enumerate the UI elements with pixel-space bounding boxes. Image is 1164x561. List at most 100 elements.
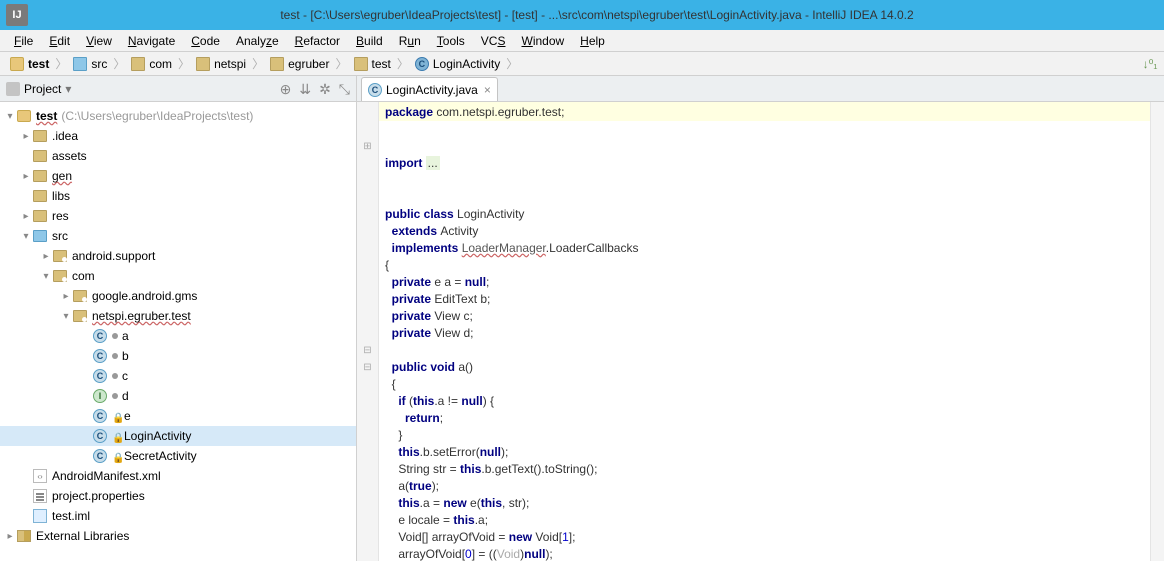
breadcrumb-test[interactable]: test	[6, 57, 53, 71]
tree-class-d[interactable]: Id	[0, 386, 356, 406]
menu-view[interactable]: View	[78, 32, 120, 50]
tree-class-e[interactable]: C🔒e	[0, 406, 356, 426]
tree-assets[interactable]: assets	[0, 146, 356, 166]
editor-pane: C LoginActivity.java × ⊞ ⊟ ⊟ package com…	[357, 76, 1164, 561]
breadcrumb-netspi[interactable]: netspi	[192, 57, 250, 71]
tree-class-secret[interactable]: C🔒SecretActivity	[0, 446, 356, 466]
tree-label: google.android.gms	[92, 289, 197, 303]
tree-label: src	[52, 229, 68, 243]
iml-file-icon	[33, 509, 47, 523]
tree-label: android.support	[72, 249, 155, 263]
menu-refactor[interactable]: Refactor	[287, 32, 348, 50]
project-panel-title[interactable]: Project	[24, 82, 61, 96]
tree-props[interactable]: project.properties	[0, 486, 356, 506]
visibility-icon	[112, 353, 118, 359]
folder-icon	[33, 170, 47, 182]
interface-icon: I	[93, 389, 107, 403]
breadcrumb-com[interactable]: com	[127, 57, 176, 71]
tree-res[interactable]: ▸res	[0, 206, 356, 226]
project-panel-header: Project ▾ ⊕ ⇊ ✲ ⤡	[0, 76, 356, 102]
expand-arrow-icon[interactable]: ▸	[20, 171, 32, 182]
visibility-icon	[112, 373, 118, 379]
chevron-down-icon[interactable]: ▾	[65, 82, 71, 96]
expand-arrow-icon[interactable]: ▾	[40, 271, 52, 282]
menu-window[interactable]: Window	[513, 32, 572, 50]
editor-gutter[interactable]: ⊞ ⊟ ⊟	[357, 102, 379, 561]
expand-arrow-icon[interactable]: ▸	[4, 531, 16, 542]
autoscroll-icon[interactable]: ⊕	[280, 82, 292, 96]
fold-icon[interactable]: ⊟	[357, 359, 378, 376]
expand-arrow-icon[interactable]: ▾	[60, 311, 72, 322]
tree-label: e	[124, 409, 131, 423]
close-tab-icon[interactable]: ×	[484, 83, 491, 97]
expand-arrow-icon[interactable]: ▾	[20, 231, 32, 242]
scroll-from-source-icon[interactable]: ↓⁰₁	[1142, 56, 1158, 72]
visibility-icon	[112, 333, 118, 339]
menu-navigate[interactable]: Navigate	[120, 32, 183, 50]
tree-label: .idea	[52, 129, 78, 143]
tree-class-login[interactable]: C🔒LoginActivity	[0, 426, 356, 446]
project-tree[interactable]: ▾test(C:\Users\egruber\IdeaProjects\test…	[0, 102, 356, 561]
tree-netspi-pkg[interactable]: ▾netspi.egruber.test	[0, 306, 356, 326]
breadcrumb-separator: 〉	[53, 55, 69, 72]
folder-icon	[33, 210, 47, 222]
menu-tools[interactable]: Tools	[429, 32, 473, 50]
class-icon: C	[93, 369, 107, 383]
tree-label: test.iml	[52, 509, 90, 523]
expand-arrow-icon[interactable]: ▸	[40, 251, 52, 262]
fold-icon[interactable]: ⊞	[357, 138, 378, 155]
folder-icon	[33, 190, 47, 202]
tree-manifest[interactable]: ‹›AndroidManifest.xml	[0, 466, 356, 486]
tree-root[interactable]: ▾test(C:\Users\egruber\IdeaProjects\test…	[0, 106, 356, 126]
tree-label: com	[72, 269, 95, 283]
tree-label: AndroidManifest.xml	[52, 469, 161, 483]
tree-com[interactable]: ▾ com	[0, 266, 356, 286]
menu-file[interactable]: FFileile	[6, 32, 41, 50]
menu-help[interactable]: Help	[572, 32, 613, 50]
tree-path: (C:\Users\egruber\IdeaProjects\test)	[61, 109, 253, 123]
tree-android-support[interactable]: ▸ android.support	[0, 246, 356, 266]
menu-code[interactable]: Code	[183, 32, 228, 50]
menu-vcs[interactable]: VCS	[473, 32, 514, 50]
tree-external-libs[interactable]: ▸External Libraries	[0, 526, 356, 546]
class-icon: C	[93, 449, 107, 463]
main-area: Project ▾ ⊕ ⇊ ✲ ⤡ ▾test(C:\Users\egruber…	[0, 76, 1164, 561]
tree-src[interactable]: ▾ src	[0, 226, 356, 246]
tree-gen[interactable]: ▸ gen	[0, 166, 356, 186]
tree-class-b[interactable]: Cb	[0, 346, 356, 366]
menu-bar: FFileile Edit View Navigate Code Analyze…	[0, 30, 1164, 52]
editor-error-stripe[interactable]	[1150, 102, 1164, 561]
tree-label: d	[122, 389, 129, 403]
expand-arrow-icon[interactable]: ▸	[60, 291, 72, 302]
code-area[interactable]: package com.netspi.egruber.test; import …	[379, 102, 1150, 561]
expand-arrow-icon[interactable]: ▸	[20, 131, 32, 142]
tree-google-gms[interactable]: ▸ google.android.gms	[0, 286, 356, 306]
expand-arrow-icon[interactable]: ▸	[20, 211, 32, 222]
hide-icon[interactable]: ⤡	[339, 82, 350, 96]
tree-iml[interactable]: test.iml	[0, 506, 356, 526]
code-editor[interactable]: ⊞ ⊟ ⊟ package com.netspi.egruber.test; i…	[357, 102, 1164, 561]
collapse-all-icon[interactable]: ⇊	[299, 82, 311, 96]
tree-label: b	[122, 349, 129, 363]
menu-build[interactable]: Build	[348, 32, 391, 50]
tree-class-c[interactable]: Cc	[0, 366, 356, 386]
breadcrumb-egruber[interactable]: egruber	[266, 57, 333, 71]
fold-icon[interactable]: ⊟	[357, 342, 378, 359]
tree-label: gen	[52, 169, 72, 183]
tree-idea[interactable]: ▸ .idea	[0, 126, 356, 146]
breadcrumb-src[interactable]: src	[69, 57, 111, 71]
menu-analyze[interactable]: Analyze	[228, 32, 287, 50]
expand-arrow-icon[interactable]: ▾	[4, 111, 16, 122]
settings-gear-icon[interactable]: ✲	[319, 82, 331, 96]
window-title: test - [C:\Users\egruber\IdeaProjects\te…	[36, 8, 1158, 22]
module-icon	[10, 57, 24, 71]
menu-edit[interactable]: Edit	[41, 32, 78, 50]
menu-run[interactable]: Run	[391, 32, 429, 50]
tree-libs[interactable]: libs	[0, 186, 356, 206]
editor-tab-loginactivity[interactable]: C LoginActivity.java ×	[361, 77, 498, 101]
tree-class-a[interactable]: Ca	[0, 326, 356, 346]
folder-icon	[354, 57, 368, 71]
breadcrumb-test-pkg[interactable]: test	[350, 57, 395, 71]
breadcrumb-class[interactable]: CLoginActivity	[411, 57, 504, 71]
visibility-icon	[112, 393, 118, 399]
